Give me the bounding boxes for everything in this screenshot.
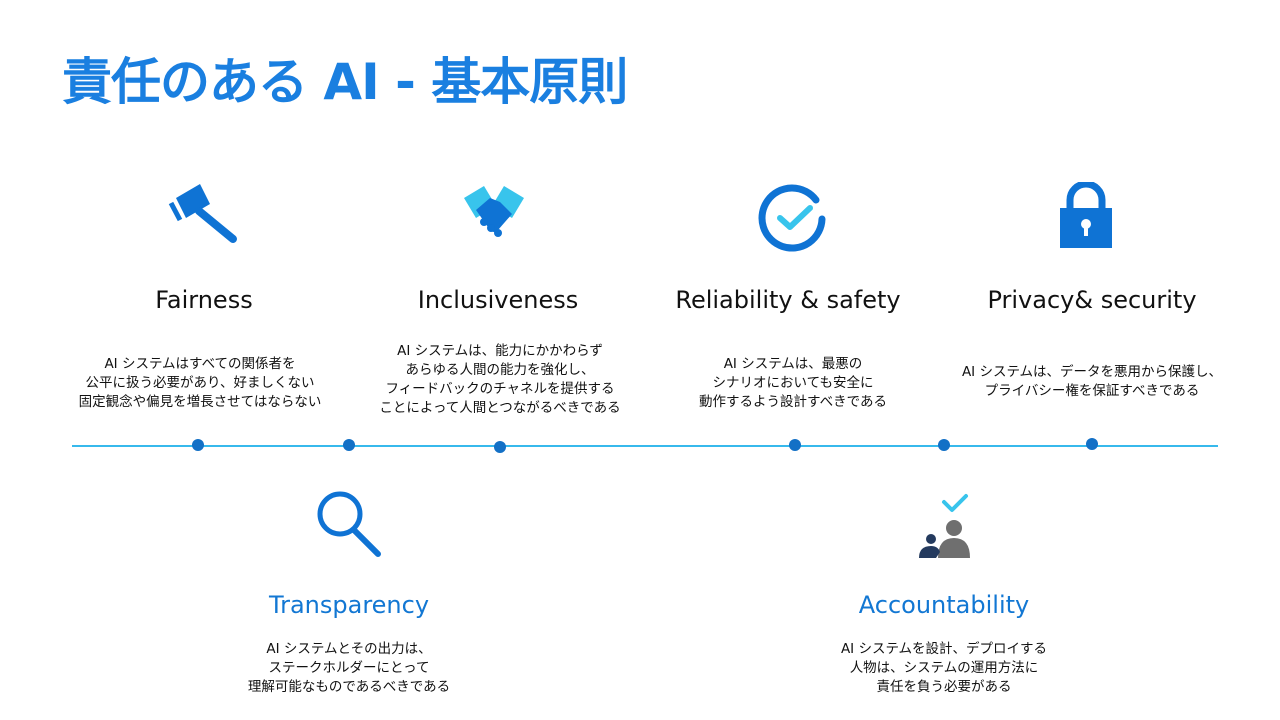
description-line: AI システムはすべての関係者を [104, 356, 296, 372]
privacy-security-description: AI システムは、データを悪用から保護し、 プライバシー権を保証すべきである [922, 363, 1262, 401]
people-check-icon [919, 494, 970, 558]
privacy-security-heading: Privacy& security [987, 286, 1197, 314]
description-line: 責任を負う必要がある [876, 679, 1012, 695]
timeline-dot [343, 439, 355, 451]
timeline-dot [789, 439, 801, 451]
timeline-dot [494, 441, 506, 453]
description-line: プライバシー権を保証すべきである [984, 383, 1200, 399]
magnifier-icon [317, 491, 381, 557]
gavel-icon [168, 184, 237, 243]
padlock-icon [1060, 182, 1112, 248]
checkmark-circle-icon [758, 184, 826, 252]
transparency-description: AI システムとその出力は、 ステークホルダーにとって 理解可能なものであるべき… [199, 640, 499, 697]
description-line: AI システムは、最悪の [723, 356, 863, 372]
accountability-heading: Accountability [858, 591, 1030, 619]
reliability-safety-heading: Reliability & safety [675, 286, 901, 314]
description-line: フィードバックのチャネルを提供する [385, 381, 615, 397]
description-line: ステークホルダーにとって [268, 660, 430, 676]
accountability-description: AI システムを設計、デプロイする 人物は、システムの運用方法に 責任を負う必要… [794, 640, 1094, 697]
fairness-description: AI システムはすべての関係者を 公平に扱う必要があり、好ましくない 固定観念や… [40, 355, 360, 412]
description-line: シナリオにおいても安全に [712, 375, 874, 391]
timeline-dot [192, 439, 204, 451]
inclusiveness-description: AI システムは、能力にかかわらず あらゆる人間の能力を強化し、 フィードバック… [340, 342, 660, 418]
description-line: 固定観念や偏見を増長させてはならない [78, 394, 322, 410]
description-line: ことによって人間とつながるべきである [379, 400, 621, 416]
timeline-dot [1086, 438, 1098, 450]
description-line: あらゆる人間の能力を強化し、 [405, 362, 595, 378]
reliability-safety-description: AI システムは、最悪の シナリオにおいても安全に 動作するよう設計すべきである [633, 355, 953, 412]
timeline-line [72, 445, 1218, 447]
transparency-heading: Transparency [268, 591, 430, 619]
description-line: AI システムとその出力は、 [266, 641, 432, 657]
description-line: 理解可能なものであるべきである [247, 679, 451, 695]
fairness-heading: Fairness [155, 286, 253, 314]
description-line: AI システムを設計、デプロイする [840, 641, 1048, 657]
description-line: 人物は、システムの運用方法に [849, 660, 1039, 676]
description-line: AI システムは、データを悪用から保護し、 [961, 364, 1223, 380]
description-line: AI システムは、能力にかかわらず [397, 343, 603, 359]
timeline-dot [938, 439, 950, 451]
inclusiveness-heading: Inclusiveness [417, 286, 579, 314]
description-line: 動作するよう設計すべきである [699, 394, 887, 410]
slide-title: 責任のある AI - 基本原則 [62, 53, 628, 111]
handshake-icon [464, 186, 524, 237]
description-line: 公平に扱う必要があり、好ましくない [85, 375, 315, 391]
